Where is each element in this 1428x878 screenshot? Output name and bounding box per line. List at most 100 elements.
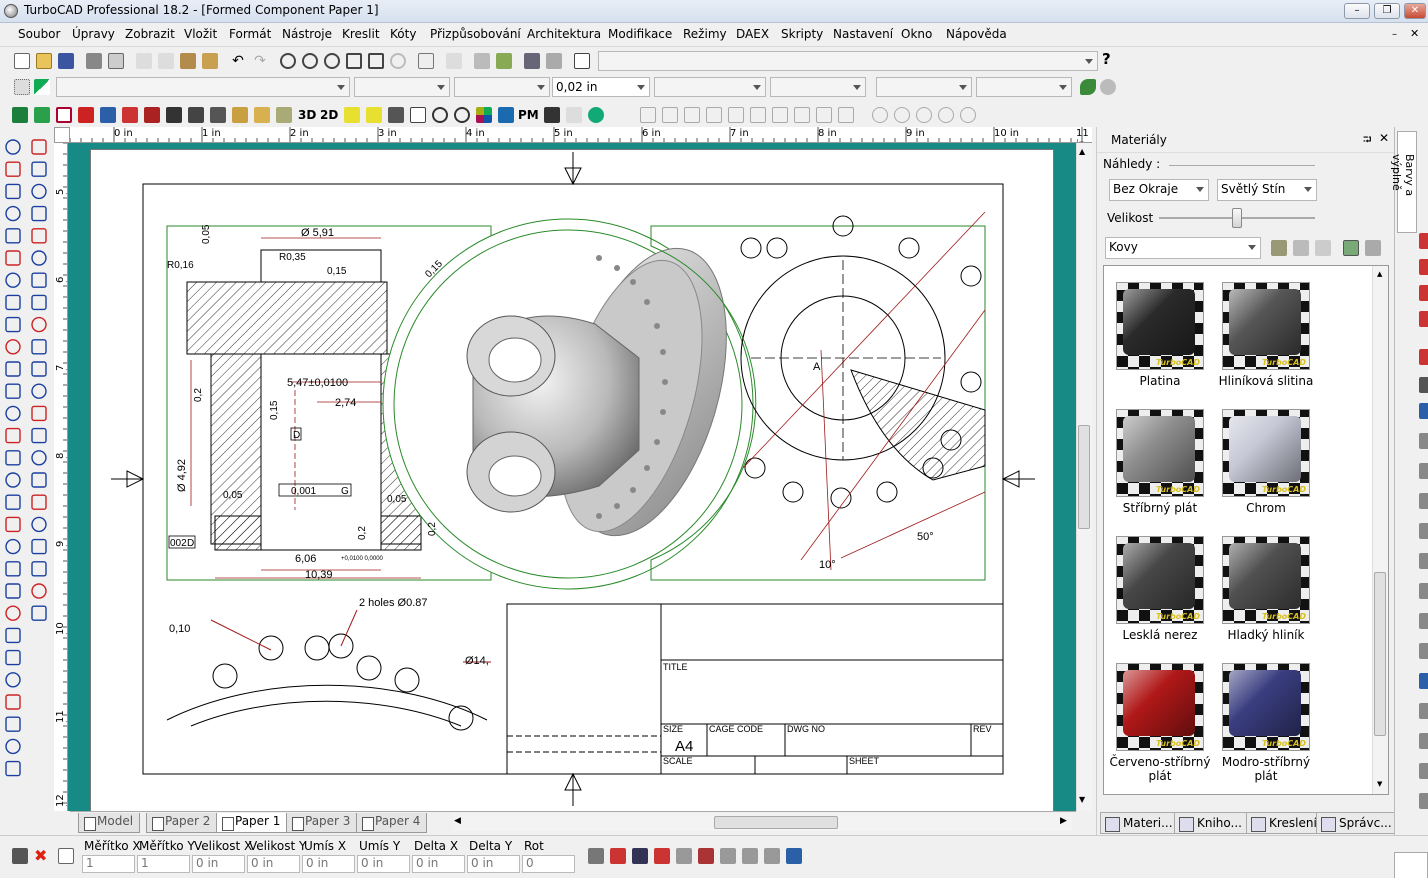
transform-10-icon[interactable]	[786, 848, 802, 864]
info-icon[interactable]	[588, 107, 604, 123]
side-tab-colors[interactable]: Barvy a výplně	[1390, 131, 1417, 233]
stripes-icon[interactable]	[544, 107, 560, 123]
transform-2-icon[interactable]	[610, 848, 626, 864]
stack-icon[interactable]	[1100, 79, 1116, 95]
side-icon-7[interactable]	[1419, 403, 1428, 419]
drawing-tool-icon[interactable]	[5, 538, 21, 555]
transform-3-icon[interactable]	[632, 848, 648, 864]
zoom-out-icon[interactable]	[302, 53, 318, 69]
material-cerveno-stribrny[interactable]: TurboCAD Červeno-stříbrný plát	[1108, 663, 1212, 783]
save-icon[interactable]	[58, 53, 74, 69]
drawing-tool-icon[interactable]	[31, 161, 47, 177]
side-icon-14[interactable]	[1419, 613, 1428, 629]
drawing-tool-icon[interactable]	[5, 250, 21, 266]
material-delete-icon[interactable]	[1315, 240, 1331, 256]
drawing-tool-icon[interactable]	[5, 694, 21, 710]
drawing-tool-icon[interactable]	[5, 361, 21, 377]
delta-y-field[interactable]: 0 in	[467, 855, 520, 873]
render-1-icon[interactable]	[872, 107, 888, 123]
horizontal-scrollbar[interactable]: ◀ ▶	[452, 814, 1072, 831]
menu-architektura[interactable]: Architektura	[527, 27, 601, 41]
context-help-icon[interactable]: ?	[1102, 50, 1111, 68]
panel-tab-library[interactable]: Kniho...	[1174, 812, 1247, 834]
menu-okno[interactable]: Okno	[901, 27, 932, 41]
drawing-tool-icon[interactable]	[5, 183, 21, 200]
drawing-tool-icon[interactable]	[31, 472, 47, 488]
drawing-tool-icon[interactable]	[31, 361, 47, 377]
panel-close-icon[interactable]: ✕	[1379, 131, 1389, 145]
materials-scroll-down-icon[interactable]: ▼	[1377, 780, 1382, 788]
solid-icon[interactable]	[12, 107, 28, 123]
layers-icon[interactable]	[524, 53, 540, 69]
transform-1-icon[interactable]	[588, 848, 604, 864]
size-x-field[interactable]: 0 in	[192, 855, 245, 873]
material-chrom[interactable]: TurboCAD Chrom	[1214, 409, 1318, 515]
layer-combo[interactable]	[56, 77, 350, 97]
thickness-combo[interactable]: 0,02 in	[552, 77, 650, 97]
side-icon-20[interactable]	[1419, 793, 1428, 809]
menu-nastaveni[interactable]: Nastavení	[833, 27, 893, 41]
side-icon-2[interactable]	[1419, 259, 1428, 275]
drawing-tool-icon[interactable]	[5, 339, 21, 355]
isometric-view[interactable]	[382, 218, 756, 590]
resize-grip[interactable]	[1394, 852, 1428, 878]
ruler-corner[interactable]	[54, 127, 70, 143]
drawing-tool-icon[interactable]	[31, 561, 47, 577]
copy-icon[interactable]	[158, 53, 174, 69]
drawing-tool-icon[interactable]	[5, 738, 21, 755]
restore-button[interactable]: ❐	[1374, 3, 1400, 19]
drawing-tool-icon[interactable]	[5, 627, 21, 644]
pages2-icon[interactable]	[254, 107, 270, 123]
side-icon-12[interactable]	[1419, 553, 1428, 569]
new-file-icon[interactable]	[14, 53, 30, 69]
panel-tab-materials[interactable]: Materi...	[1100, 812, 1178, 834]
menu-rezimy[interactable]: Režimy	[683, 27, 727, 41]
render-3-icon[interactable]	[916, 107, 932, 123]
pm-label[interactable]: PM	[518, 108, 539, 122]
drawing-tool-icon[interactable]	[5, 316, 21, 333]
wrench-icon[interactable]	[276, 107, 292, 123]
transform-8-icon[interactable]	[742, 848, 758, 864]
drawing-tool-icon[interactable]	[5, 294, 21, 311]
drawing-tool-icon[interactable]	[31, 383, 47, 399]
circle-a-icon[interactable]	[432, 107, 448, 123]
zoom-extents-icon[interactable]	[346, 53, 362, 69]
delta-x-field[interactable]: 0 in	[412, 855, 465, 873]
drawing-tool-icon[interactable]	[31, 583, 47, 599]
shade-combo[interactable]: Světlý Stín	[1217, 179, 1317, 201]
material-apply-icon[interactable]	[1343, 240, 1359, 256]
material-platina[interactable]: TurboCAD Platina	[1108, 282, 1212, 388]
drawing-tool-icon[interactable]	[31, 205, 47, 222]
drawing-tool-icon[interactable]	[5, 427, 21, 444]
drawing-tool-icon[interactable]	[5, 450, 21, 466]
mdi-minimize-icon[interactable]: –	[1392, 29, 1397, 40]
select-by-icon[interactable]	[474, 53, 490, 69]
3d-label[interactable]: 3D	[298, 108, 316, 122]
page-setup-icon[interactable]	[574, 53, 590, 69]
side-icon-11[interactable]	[1419, 523, 1428, 539]
menu-prizpusobovani[interactable]: Přizpůsobování	[430, 27, 521, 41]
scroll-down-icon[interactable]: ▼	[1079, 795, 1085, 804]
drawing-tool-icon[interactable]	[31, 494, 47, 510]
drawing-canvas[interactable]: Ø 5,91 R0,35 0,15 0,05 R0,16 5,47±0,0100…	[68, 143, 1076, 813]
side-icon-18[interactable]	[1419, 733, 1428, 749]
size-slider-thumb[interactable]	[1232, 208, 1242, 228]
property-icon[interactable]	[14, 79, 30, 95]
cube-view-1-icon[interactable]	[640, 107, 656, 123]
cut-icon[interactable]	[136, 53, 152, 69]
blocks-icon[interactable]	[546, 53, 562, 69]
material-stribrny-plat[interactable]: TurboCAD Stříbrný plát	[1108, 409, 1212, 515]
material-sort-icon[interactable]	[1365, 240, 1381, 256]
side-icon-3[interactable]	[1419, 285, 1428, 301]
open-file-icon[interactable]	[36, 53, 52, 69]
drawing-tool-icon[interactable]	[31, 228, 47, 244]
drawing-tool-icon[interactable]	[5, 161, 21, 177]
side-icon-8[interactable]	[1419, 433, 1428, 449]
drawing-tool-icon[interactable]	[31, 516, 47, 533]
table-icon[interactable]	[58, 848, 74, 864]
grid-colors-icon[interactable]	[476, 107, 492, 123]
rot-field[interactable]: 0	[522, 855, 575, 873]
materials-scrollbar[interactable]: ▲ ▼	[1372, 266, 1388, 794]
vscroll-thumb[interactable]	[1078, 425, 1090, 529]
light-icon[interactable]	[78, 107, 94, 123]
